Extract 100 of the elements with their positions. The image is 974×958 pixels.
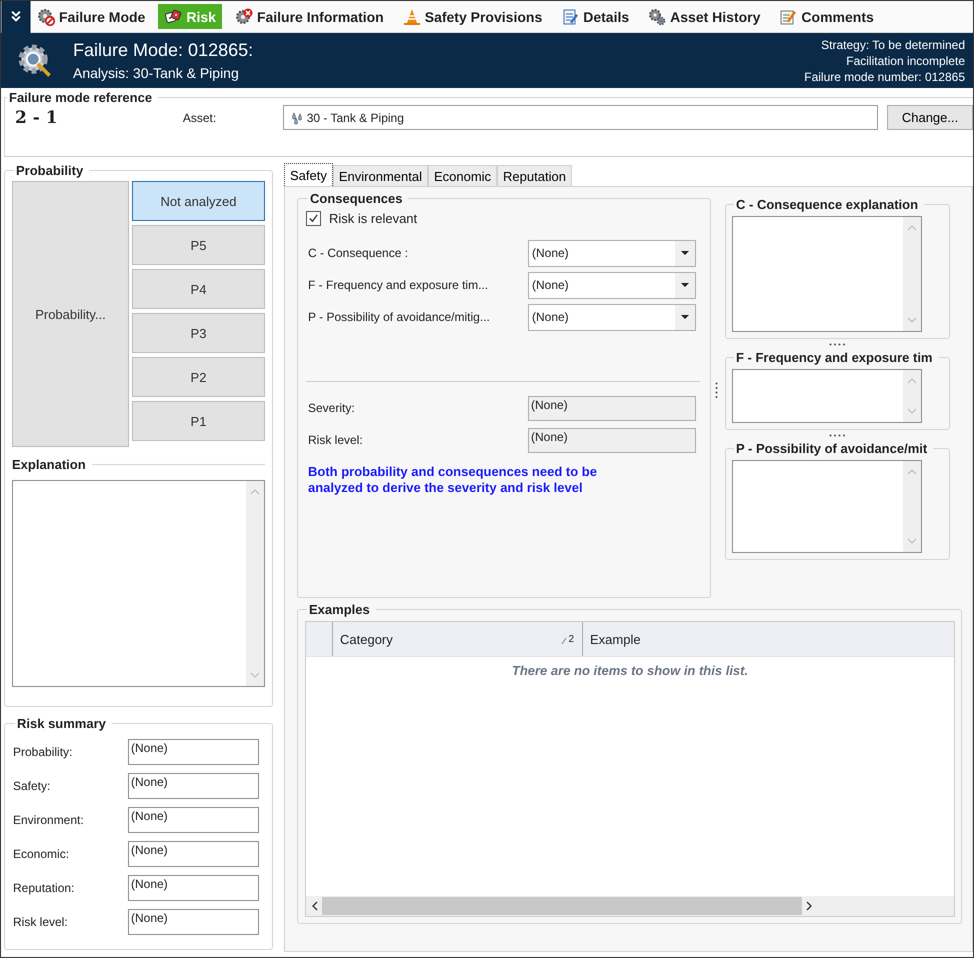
group-title: Examples bbox=[308, 602, 371, 617]
group-title: Probability bbox=[15, 163, 84, 178]
field-label: Environment: bbox=[13, 813, 85, 827]
toolbar-tab[interactable]: Details bbox=[555, 4, 636, 29]
probability-level-button[interactable]: P4 bbox=[132, 269, 265, 309]
change-button[interactable]: Change... bbox=[887, 105, 973, 130]
field-label: Severity: bbox=[308, 401, 356, 415]
probability-level-button[interactable]: P3 bbox=[132, 313, 265, 353]
group-title: Risk summary bbox=[16, 716, 107, 731]
scroll-thumb[interactable] bbox=[322, 897, 802, 915]
probability-level-button[interactable]: Not analyzed bbox=[132, 181, 265, 221]
column-header[interactable]: Example bbox=[583, 622, 954, 656]
field-label: Risk level: bbox=[308, 433, 364, 447]
dropdown-arrow-icon[interactable] bbox=[681, 283, 689, 287]
traffic-cone-icon bbox=[402, 8, 421, 26]
field-label: P - Possibility of avoidance/mitig... bbox=[308, 310, 491, 324]
toolbar-tab[interactable]: Failure Information bbox=[228, 4, 390, 29]
gear-icon bbox=[234, 8, 253, 26]
vertical-scrollbar[interactable] bbox=[246, 481, 264, 686]
sort-icon bbox=[561, 636, 568, 644]
dropdown-arrow-icon[interactable] bbox=[681, 251, 689, 255]
dropdown[interactable]: (None) bbox=[528, 240, 696, 266]
scroll-up-icon[interactable] bbox=[907, 225, 917, 231]
scroll-down-icon[interactable] bbox=[907, 408, 917, 414]
info-message: Both probability and consequences need to be analyzed to derive the severity and risk level bbox=[307, 464, 598, 496]
vertical-scrollbar[interactable] bbox=[903, 370, 921, 422]
value-field: (None) bbox=[128, 739, 259, 765]
text-area[interactable] bbox=[732, 460, 922, 553]
collapse-button[interactable] bbox=[1, 0, 31, 32]
field-label: Risk level: bbox=[13, 915, 69, 929]
tab[interactable]: Safety bbox=[284, 163, 333, 186]
checkmark-icon bbox=[308, 212, 319, 224]
sort-order: 2 bbox=[568, 634, 574, 644]
readonly-field: (None) bbox=[528, 428, 696, 452]
text-area[interactable] bbox=[732, 369, 922, 423]
asset-value: 30 - Tank & Piping bbox=[306, 110, 404, 124]
failure-mode-title: Failure Mode: 012865: bbox=[73, 40, 254, 61]
splitter-grip-icon[interactable] bbox=[829, 434, 846, 437]
toolbar-tab[interactable]: Safety Provisions bbox=[396, 4, 548, 29]
scroll-left-icon[interactable] bbox=[312, 901, 318, 911]
horizontal-scrollbar[interactable] bbox=[306, 896, 954, 916]
probability-level-button[interactable]: P5 bbox=[132, 225, 265, 265]
probability-level-button[interactable]: P2 bbox=[132, 357, 265, 397]
reference-number: 2 - 1 bbox=[15, 108, 59, 128]
probability-button[interactable]: Probability... bbox=[12, 181, 129, 447]
note-icon bbox=[779, 8, 798, 26]
empty-list-message: There are no items to show in this list. bbox=[510, 662, 750, 680]
status-text: Facilitation incomplete bbox=[845, 52, 965, 68]
group-title: Failure mode reference bbox=[8, 90, 154, 105]
field-label: Safety: bbox=[13, 779, 52, 793]
scroll-right-icon[interactable] bbox=[806, 901, 812, 911]
dice-icon bbox=[164, 8, 182, 26]
drops-icon bbox=[290, 110, 304, 124]
toolbar-tab[interactable]: Failure Mode bbox=[31, 4, 152, 29]
splitter-grip-icon[interactable] bbox=[715, 382, 718, 399]
value-field: (None) bbox=[128, 807, 259, 833]
group-title: Consequences bbox=[309, 191, 404, 206]
value-field: (None) bbox=[128, 841, 259, 867]
tab[interactable]: Reputation bbox=[497, 165, 572, 186]
gears-icon bbox=[648, 8, 666, 26]
scroll-down-icon[interactable] bbox=[907, 538, 917, 544]
value-field: (None) bbox=[128, 773, 259, 799]
value-field: (None) bbox=[128, 875, 259, 901]
field-label: Reputation: bbox=[13, 881, 76, 895]
dropdown[interactable]: (None) bbox=[528, 272, 696, 298]
vertical-scrollbar[interactable] bbox=[903, 461, 921, 552]
field-label: Asset: bbox=[182, 110, 218, 124]
field-label: Probability: bbox=[13, 745, 74, 759]
field-label: Economic: bbox=[13, 847, 70, 861]
scroll-down-icon[interactable] bbox=[907, 317, 917, 323]
analysis-subtitle: Analysis: 30-Tank & Piping bbox=[73, 65, 240, 81]
scroll-up-icon[interactable] bbox=[250, 489, 260, 495]
asset-field[interactable]: 30 - Tank & Piping bbox=[282, 105, 878, 130]
section-title: Explanation bbox=[12, 457, 86, 472]
value-field: (None) bbox=[128, 909, 259, 935]
tab[interactable]: Economic bbox=[428, 165, 498, 186]
field-label: C - Consequence : bbox=[308, 246, 410, 260]
scroll-down-icon[interactable] bbox=[250, 672, 260, 678]
toolbar-tab[interactable]: Comments bbox=[773, 4, 880, 29]
readonly-field: (None) bbox=[528, 396, 696, 420]
column-header[interactable]: Category 2 bbox=[333, 622, 583, 656]
group-title: C - Consequence explanation bbox=[735, 197, 920, 212]
dropdown-arrow-icon[interactable] bbox=[681, 315, 689, 319]
document-icon bbox=[561, 8, 580, 26]
group-title: P - Possibility of avoidance/mit bbox=[735, 441, 928, 456]
toolbar-tab[interactable]: Asset History bbox=[642, 4, 766, 29]
dropdown[interactable]: (None) bbox=[528, 304, 696, 330]
probability-level-button[interactable]: P1 bbox=[132, 401, 265, 441]
text-area[interactable] bbox=[732, 216, 922, 332]
scroll-up-icon[interactable] bbox=[907, 378, 917, 384]
splitter-grip-icon[interactable] bbox=[829, 343, 846, 346]
status-text: Strategy: To be determined bbox=[820, 36, 965, 52]
group-title: F - Frequency and exposure tim bbox=[735, 350, 934, 365]
scroll-up-icon[interactable] bbox=[907, 469, 917, 475]
vertical-scrollbar[interactable] bbox=[903, 217, 921, 331]
gear-icon bbox=[37, 8, 55, 26]
checkbox-label: Risk is relevant bbox=[329, 210, 418, 226]
field-label: F - Frequency and exposure tim... bbox=[308, 278, 490, 292]
tab[interactable]: Environmental bbox=[332, 165, 428, 186]
checkbox[interactable] bbox=[306, 210, 321, 226]
